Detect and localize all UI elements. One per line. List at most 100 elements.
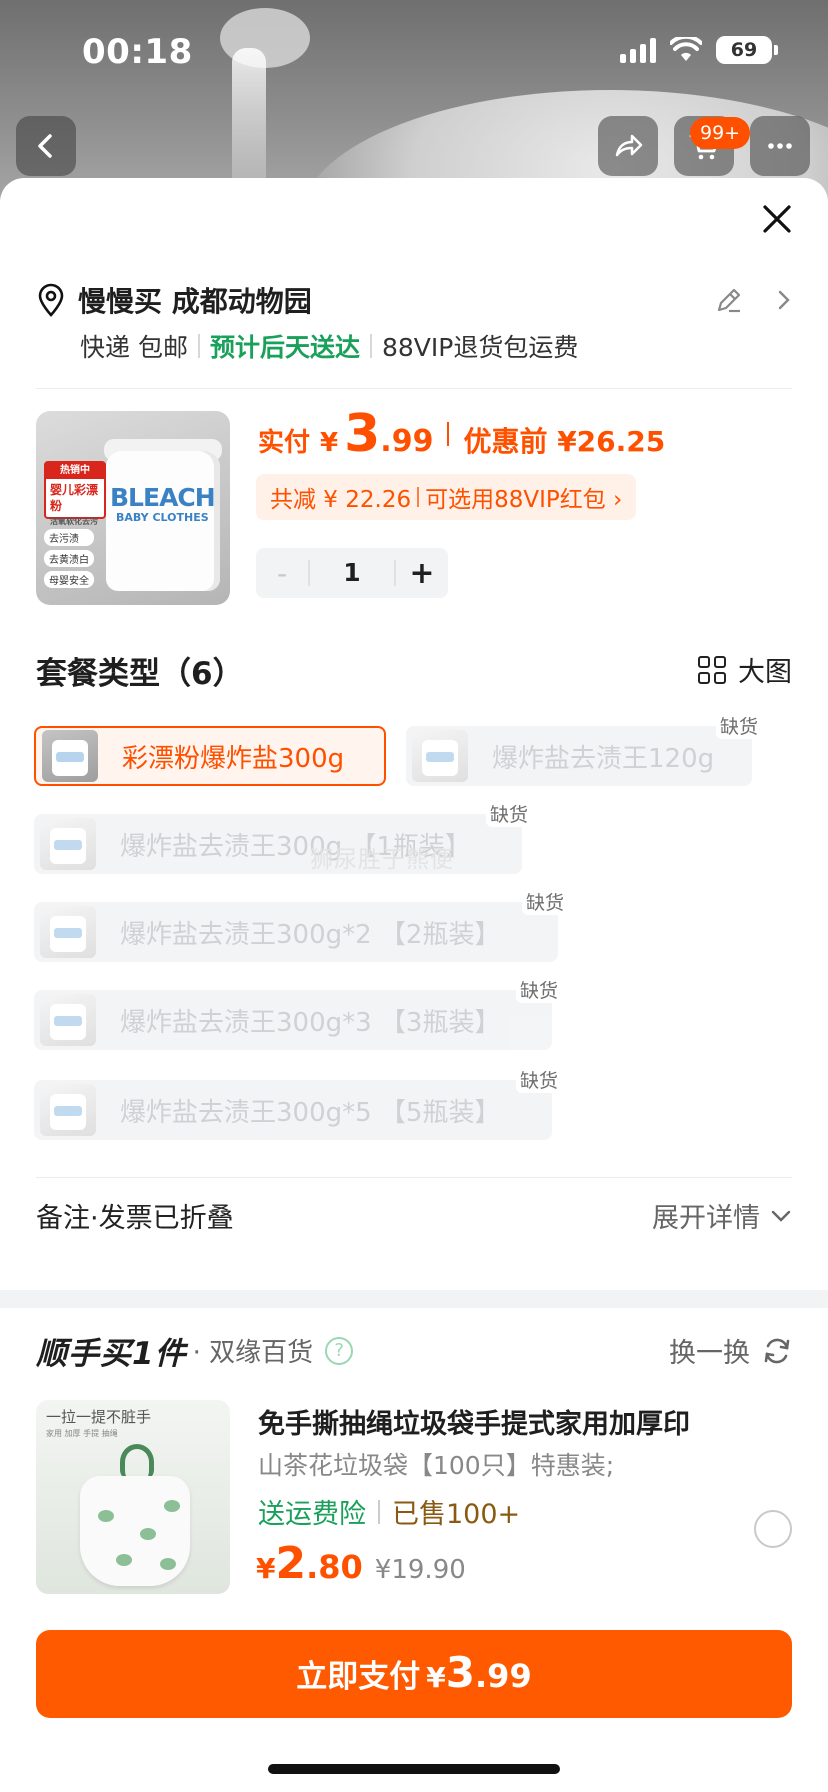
divider: [369, 334, 372, 358]
price-decimal: .99: [380, 424, 434, 459]
edit-icon[interactable]: [714, 285, 744, 315]
divider: [417, 487, 420, 507]
upsell-original-price: ¥19.90: [374, 1555, 466, 1585]
delivery-method: 快递 包邮: [80, 333, 188, 362]
divider: [378, 1499, 380, 1524]
upsell-meta: 送运费险 已售100+: [258, 1492, 520, 1531]
close-icon: [763, 205, 791, 233]
share-icon: [615, 134, 643, 157]
out-of-stock-badge: 缺货: [485, 800, 532, 827]
discount-chip[interactable]: 共减 ¥ 22.26 可选用88VIP红包 ›: [256, 474, 637, 520]
more-button[interactable]: [750, 116, 810, 176]
pay-price-integer: 3: [445, 1648, 476, 1697]
price-label: 实付: [258, 428, 311, 458]
quantity-stepper: - 1 +: [256, 548, 448, 598]
quantity-minus-button[interactable]: -: [256, 557, 308, 590]
price-line: 实付 ¥ 3 .99 优惠前 ¥26.25: [258, 404, 665, 464]
shipping-insurance: 送运费险: [258, 1499, 366, 1530]
swap-label: 换一换: [669, 1338, 750, 1369]
chevron-right-icon[interactable]: [774, 287, 794, 313]
divider: [36, 1177, 792, 1178]
package-option[interactable]: 彩漂粉爆炸盐300g: [34, 726, 386, 786]
upsell-select-radio[interactable]: [754, 1510, 792, 1548]
price-integer: 3: [344, 404, 381, 464]
battery-icon: 69: [716, 36, 778, 64]
package-thumbnail: [412, 730, 468, 782]
product-image-tag: 热销中 婴儿彩漂粉 活氧软化去污: [44, 461, 106, 526]
upsell-store: · 双缘百货: [192, 1338, 314, 1368]
product-image[interactable]: BLEACH BABY CLOTHES 热销中 婴儿彩漂粉 活氧软化去污 去污渍…: [36, 411, 230, 605]
upsell-title[interactable]: 免手撕抽绳垃圾袋手提式家用加厚印: [258, 1402, 690, 1441]
grid-icon: [698, 655, 726, 684]
package-option[interactable]: 爆炸盐去渍王300g*2 【2瓶装】 缺货: [34, 888, 568, 962]
pay-price-decimal: .99: [475, 1657, 532, 1695]
upsell-image-sub: 家用 加厚 手提 抽绳: [46, 1429, 118, 1438]
help-icon[interactable]: ?: [325, 1336, 354, 1365]
price-currency: ¥: [320, 428, 339, 458]
bag-knot: [120, 1444, 154, 1480]
pay-currency: ¥: [426, 1661, 446, 1694]
big-view-toggle[interactable]: 大图: [698, 650, 792, 689]
package-option[interactable]: 爆炸盐去渍王120g 缺货: [406, 712, 762, 786]
chevron-left-icon: [38, 134, 52, 158]
package-option[interactable]: 爆炸盐去渍王300g*5 【5瓶装】 缺货: [34, 1066, 562, 1140]
package-thumbnail: [40, 906, 96, 958]
more-icon: [768, 143, 792, 149]
upsell-header: 顺手买1件 · 双缘百货 ? 换一换: [36, 1328, 792, 1373]
sold-count: 已售100+: [392, 1499, 521, 1530]
upsell-image-caption: 一拉一提不脏手: [46, 1408, 152, 1426]
discount-total: 共减 ¥ 22.26: [270, 487, 412, 513]
bag-pattern: [98, 1510, 114, 1522]
home-indicator[interactable]: [268, 1764, 560, 1774]
upsell-desc: 山茶花垃圾袋【100只】特惠装;: [258, 1451, 615, 1480]
package-thumbnail: [42, 730, 98, 782]
remark-title: 备注·发票已折叠: [36, 1203, 234, 1234]
quantity-plus-button[interactable]: +: [396, 556, 448, 591]
upsell-product-image[interactable]: 一拉一提不脏手 家用 加厚 手提 抽绳: [36, 1400, 230, 1594]
package-label: 爆炸盐去渍王300g*5 【5瓶装】: [120, 1097, 501, 1128]
delivery-eta: 预计后天送达: [209, 333, 360, 362]
product-image-tag-head: 热销中: [46, 463, 104, 479]
out-of-stock-badge: 缺货: [515, 976, 562, 1003]
expand-details[interactable]: 展开详情: [652, 1196, 792, 1235]
pay-now-button[interactable]: 立即支付 ¥ 3 .99: [36, 1630, 792, 1718]
status-time: 00:18: [82, 32, 193, 72]
remark-row[interactable]: 备注·发票已折叠 展开详情: [36, 1196, 792, 1235]
product-image-brand: BLEACH: [110, 483, 216, 512]
bag-pattern: [164, 1500, 180, 1512]
upsell-price: ¥ 2 .80 ¥19.90: [256, 1538, 466, 1589]
purchase-sheet: 慢慢买 成都动物园 快递 包邮 预计后天送达 88VIP退货包运费 BLEACH…: [0, 178, 828, 1792]
divider: [197, 334, 200, 358]
product-image-feature: 去污渍: [44, 529, 94, 546]
product-image-feature: 母婴安全: [44, 571, 94, 588]
refresh-icon: [764, 1338, 790, 1363]
cart-count-badge: 99+: [690, 117, 751, 149]
location-pin-icon: [38, 283, 64, 317]
close-button[interactable]: [756, 198, 798, 240]
product-image-tag-sub: 活氧软化去污: [50, 517, 98, 526]
bag-pattern: [160, 1558, 176, 1570]
swap-button[interactable]: 换一换: [669, 1331, 792, 1370]
address-row[interactable]: 慢慢买 成都动物园: [36, 278, 794, 322]
backdrop-powder: [232, 48, 266, 198]
section-separator: [0, 1290, 828, 1308]
upsell-price-decimal: .80: [306, 1548, 363, 1586]
quantity-value[interactable]: 1: [308, 560, 396, 586]
back-button[interactable]: [16, 116, 76, 176]
package-thumbnail: [40, 994, 96, 1046]
package-label: 彩漂粉爆炸盐300g: [122, 743, 345, 774]
pay-label: 立即支付: [296, 1659, 421, 1695]
status-icons: 69: [620, 36, 778, 64]
share-button[interactable]: [598, 116, 658, 176]
product-image-feature: 去黄渍白: [44, 550, 94, 567]
delivery-info: 快递 包邮 预计后天送达 88VIP退货包运费: [80, 328, 578, 364]
divider: [447, 422, 450, 446]
chevron-down-icon: [771, 1210, 791, 1222]
package-thumbnail: [40, 818, 96, 870]
package-label: 爆炸盐去渍王120g: [492, 743, 715, 774]
upsell-price-currency: ¥: [256, 1552, 276, 1585]
watermark: 狮尿胜于熊便: [310, 847, 454, 873]
package-label: 爆炸盐去渍王300g*3 【3瓶装】: [120, 1007, 501, 1038]
package-option[interactable]: 爆炸盐去渍王300g*3 【3瓶装】 缺货: [34, 976, 562, 1050]
product-image-brand-sub: BABY CLOTHES: [116, 511, 209, 524]
